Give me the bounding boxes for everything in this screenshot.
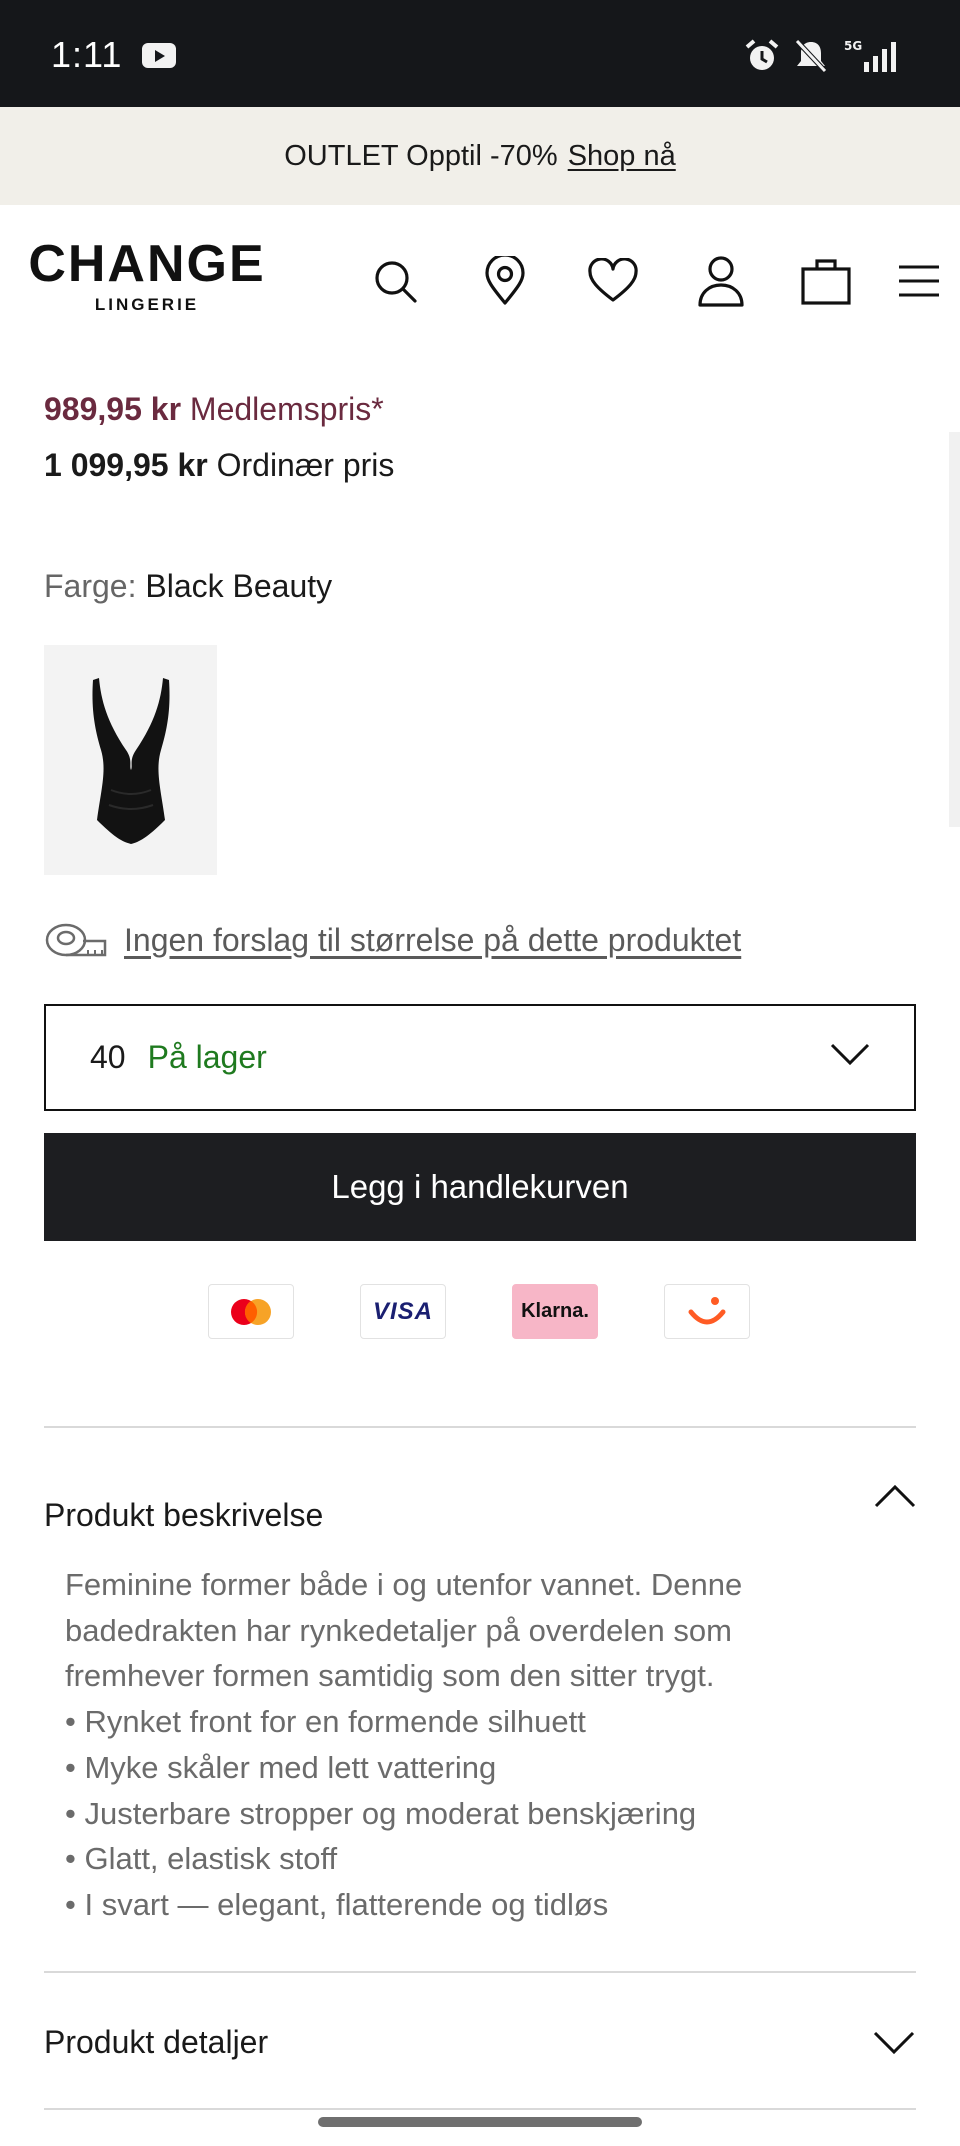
size-hint-text: Ingen forslag til størrelse på dette pro… [124, 921, 742, 958]
size-select[interactable]: 40 På lager [44, 1004, 916, 1111]
account-icon[interactable] [695, 253, 747, 309]
divider [44, 1426, 916, 1428]
scrollbar[interactable] [949, 432, 960, 827]
color-value: Black Beauty [145, 568, 333, 604]
description-line: fremhever formen samtidig som den sitter… [65, 1658, 715, 1694]
ordinary-price-amount: 1 099,95 kr [44, 447, 208, 483]
description-bullet: • Myke skåler med lett vattering [65, 1749, 497, 1785]
promo-banner: OUTLET Opptil -70% Shop nå [0, 107, 960, 205]
chevron-down-icon [830, 1043, 870, 1066]
store-locator-icon[interactable] [479, 253, 531, 309]
payment-methods: VISA Klarna. [208, 1284, 750, 1339]
member-price-amount: 989,95 kr [44, 391, 182, 427]
description-bullet: • Justerbare stropper og moderat benskjæ… [65, 1795, 697, 1831]
add-to-cart-button[interactable]: Legg i handlekurven [44, 1133, 916, 1241]
color-label: Farge: [44, 568, 137, 604]
size-guide-link[interactable]: Ingen forslag til størrelse på dette pro… [44, 921, 741, 959]
description-accordion-header[interactable]: Produkt beskrivelse [44, 1497, 323, 1534]
menu-icon[interactable] [893, 253, 945, 309]
mastercard-icon [208, 1284, 294, 1339]
ordinary-price-label: Ordinær pris [216, 447, 395, 483]
shop-now-link[interactable]: Shop nå [568, 140, 676, 173]
divider [44, 1971, 916, 1973]
visa-icon: VISA [360, 1284, 446, 1339]
status-bar: 1:11 5G [0, 0, 960, 107]
promo-text: OUTLET Opptil -70% [284, 139, 558, 172]
selected-size: 40 [90, 1039, 126, 1075]
description-bullet: • Glatt, elastisk stoff [65, 1841, 338, 1877]
wishlist-icon[interactable] [587, 253, 639, 309]
logo-sub: LINGERIE [94, 295, 200, 314]
cart-icon[interactable] [800, 253, 852, 309]
product-description: Feminine former både i og utenfor vannet… [65, 1562, 895, 1928]
mute-icon [795, 39, 827, 73]
alarm-icon [745, 39, 779, 70]
logo[interactable]: CHANGE LINGERIE [21, 235, 273, 315]
measuring-tape-icon [45, 923, 107, 957]
status-time: 1:11 [51, 34, 123, 75]
member-price-label: Medlemspris* [189, 391, 384, 427]
youtube-icon [142, 43, 176, 68]
vipps-icon [664, 1284, 750, 1339]
signal-5g-icon: 5G [844, 39, 896, 72]
status-icons: 5G [744, 36, 902, 76]
details-accordion-header[interactable]: Produkt detaljer [44, 2024, 268, 2061]
klarna-icon: Klarna. [512, 1284, 598, 1339]
description-bullet: • Rynket front for en formende silhuett [65, 1704, 586, 1740]
description-line: Feminine former både i og utenfor vannet… [65, 1567, 743, 1602]
svg-text:5G: 5G [844, 39, 862, 53]
logo-main: CHANGE [28, 235, 266, 293]
stock-status: På lager [147, 1039, 267, 1075]
color-swatch-black-beauty[interactable] [44, 645, 217, 875]
ordinary-price: 1 099,95 kr Ordinær pris [44, 447, 394, 484]
divider [44, 2108, 916, 2110]
member-price: 989,95 kr Medlemspris* [44, 391, 384, 428]
description-line: badedrakten har rynkedetaljer på overdel… [65, 1612, 732, 1648]
swimsuit-image [91, 678, 170, 844]
chevron-down-icon[interactable] [873, 2030, 915, 2056]
chevron-up-icon[interactable] [874, 1483, 916, 1509]
site-header: CHANGE LINGERIE [0, 205, 960, 327]
color-row: Farge: Black Beauty [44, 568, 332, 605]
description-bullet: • I svart — elegant, flatterende og tidl… [65, 1886, 609, 1922]
search-icon[interactable] [369, 253, 421, 309]
home-indicator[interactable] [318, 2117, 642, 2127]
